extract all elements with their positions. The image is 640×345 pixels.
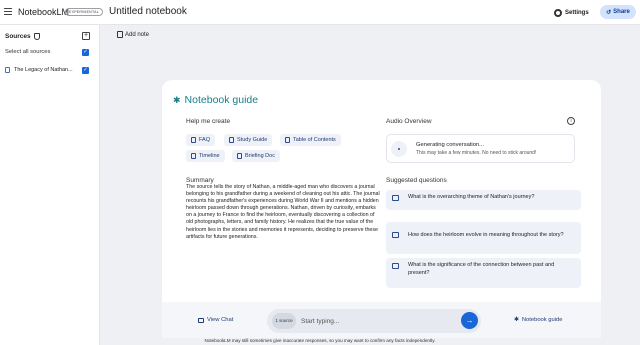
send-button[interactable]: → <box>461 312 478 329</box>
source-item-checkbox[interactable]: ✓ <box>82 67 89 74</box>
notebook-guide-label: Notebook guide <box>521 317 563 323</box>
add-note-button[interactable]: Add note <box>117 31 149 38</box>
select-all-checkbox[interactable]: ✓ <box>82 49 89 56</box>
question-text: How does the heirloom evolve in meaning … <box>408 232 564 238</box>
add-note-icon <box>117 31 123 38</box>
table-of-contents-icon <box>285 137 290 143</box>
add-source-button[interactable]: + <box>82 32 90 40</box>
sparkle-icon: ✱ <box>173 94 181 105</box>
select-all-label: Select all sources <box>5 49 51 55</box>
source-item-label: The Legacy of Nathan... <box>14 67 73 73</box>
sparkle-icon: ✱ <box>514 317 519 323</box>
info-icon[interactable]: i <box>567 117 575 125</box>
summary-text: The source tells the story of Nathan, a … <box>186 184 380 240</box>
view-chat-label: View Chat <box>207 317 234 323</box>
chat-composer: 1 source → <box>267 309 481 333</box>
disclaimer-text: NotebookLM may still sometimes give inac… <box>204 338 436 343</box>
summary-heading: Summary <box>186 177 214 184</box>
loading-icon <box>391 141 407 157</box>
question-text: What is the significance of the connecti… <box>408 262 555 276</box>
audio-overview-status: Generating conversation... This may take… <box>386 134 575 163</box>
share-label: Share <box>613 9 630 15</box>
experimental-badge: EXPERIMENTAL <box>65 8 103 16</box>
guide-title-text: Notebook guide <box>184 94 259 106</box>
source-item[interactable]: The Legacy of Nathan... <box>5 67 73 73</box>
study-guide-icon <box>229 137 234 143</box>
chip-label: Timeline <box>199 153 220 159</box>
top-bar: NotebookLM EXPERIMENTAL Untitled noteboo… <box>0 0 640 25</box>
chip-label: Table of Contents <box>293 137 336 143</box>
chat-input[interactable] <box>301 313 451 329</box>
chip-label: Briefing Doc <box>245 153 275 159</box>
timeline-chip[interactable]: Timeline <box>186 150 225 162</box>
suggested-question[interactable]: What is the overarching theme of Nathan'… <box>386 190 581 210</box>
guide-title: ✱ Notebook guide <box>173 94 258 106</box>
suggested-question[interactable]: What is the significance of the connecti… <box>386 258 581 288</box>
chat-bar: View Chat 1 source → ✱ Notebook guide <box>162 302 601 338</box>
document-icon <box>5 67 10 73</box>
audio-substatus-text: This may take a few minutes. No need to … <box>416 150 537 156</box>
chip-label: FAQ <box>199 137 211 143</box>
suggested-question[interactable]: How does the heirloom evolve in meaning … <box>386 222 581 254</box>
help-me-create-heading: Help me create <box>186 118 231 125</box>
add-note-label: Add note <box>125 31 150 38</box>
suggested-questions-heading: Suggested questions <box>386 177 447 184</box>
app-title[interactable]: NotebookLM <box>18 7 69 17</box>
study-guide-chip[interactable]: Study Guide <box>224 134 273 146</box>
share-icon: ↺ <box>606 9 612 16</box>
faq-icon <box>191 137 196 143</box>
menu-icon[interactable] <box>4 8 12 15</box>
audio-status-text: Generating conversation... <box>416 142 484 148</box>
question-icon <box>392 263 399 269</box>
question-icon <box>392 195 399 201</box>
notebook-guide-panel: ✱ Notebook guide Help me create FAQ Stud… <box>162 80 601 302</box>
share-button[interactable]: ↺ Share <box>600 5 636 19</box>
source-count-badge: 1 source <box>272 313 296 329</box>
sources-sidebar: Sources + Select all sources ✓ The Legac… <box>0 25 100 345</box>
timeline-icon <box>191 153 196 159</box>
chat-icon <box>198 317 204 323</box>
question-icon <box>392 232 399 238</box>
briefing-doc-chip[interactable]: Briefing Doc <box>232 150 280 162</box>
table-of-contents-chip[interactable]: Table of Contents <box>280 134 341 146</box>
shield-icon <box>33 33 40 40</box>
notebook-title[interactable]: Untitled notebook <box>109 6 187 17</box>
gear-icon <box>554 8 562 17</box>
question-text: What is the overarching theme of Nathan'… <box>408 194 535 200</box>
chip-label: Study Guide <box>237 137 268 143</box>
settings-button[interactable]: Settings <box>554 6 589 19</box>
audio-overview-heading: Audio Overview <box>386 118 432 125</box>
faq-chip[interactable]: FAQ <box>186 134 216 146</box>
briefing-doc-icon <box>237 153 242 159</box>
settings-label: Settings <box>565 9 589 16</box>
sources-heading: Sources <box>5 33 40 40</box>
view-chat-button[interactable]: View Chat <box>198 317 233 323</box>
sources-label: Sources <box>5 33 31 40</box>
notebook-guide-button[interactable]: ✱ Notebook guide <box>514 317 562 323</box>
